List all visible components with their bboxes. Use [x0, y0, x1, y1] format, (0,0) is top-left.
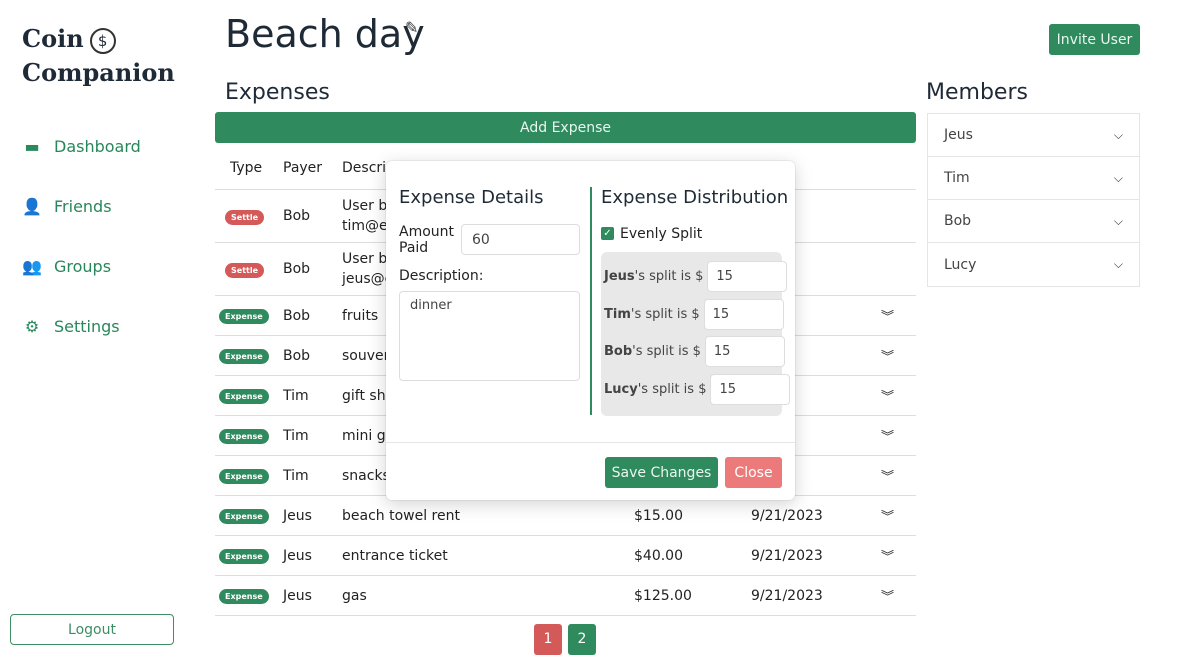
evenly-split-checkbox[interactable]: ✓ — [601, 227, 614, 240]
evenly-split-label: Evenly Split — [620, 226, 703, 242]
split-amount-input[interactable] — [704, 336, 785, 367]
split-row-bob: Bob's split is $ — [604, 336, 785, 367]
split-amount-input[interactable] — [707, 261, 788, 292]
expense-details-heading: Expense Details — [399, 187, 544, 208]
split-suffix: 's split is $ — [634, 269, 704, 284]
split-amount-input[interactable] — [703, 299, 784, 330]
edit-expense-modal: Expense Details Amount Paid Description:… — [386, 161, 795, 500]
save-changes-button[interactable]: Save Changes — [605, 457, 718, 488]
amount-label-line: Amount — [399, 224, 455, 240]
split-list: Jeus's split is $ Tim's split is $ Bob's… — [601, 252, 791, 416]
amount-label-line: Paid — [399, 240, 429, 256]
split-suffix: 's split is $ — [637, 382, 707, 397]
amount-input[interactable] — [461, 224, 580, 255]
split-member-name: Lucy — [604, 382, 638, 397]
split-member-name: Jeus — [604, 269, 635, 284]
split-row-tim: Tim's split is $ — [604, 299, 784, 330]
amount-paid-label: Amount Paid — [399, 224, 454, 256]
close-button[interactable]: Close — [725, 457, 782, 488]
split-member-name: Tim — [604, 307, 631, 322]
split-row-lucy: Lucy's split is $ — [604, 374, 791, 405]
modal-body: Expense Details Amount Paid Description:… — [386, 161, 795, 442]
split-member-name: Bob — [604, 344, 633, 359]
column-divider — [590, 187, 592, 415]
description-label: Description: — [399, 268, 484, 284]
split-amount-input[interactable] — [710, 374, 791, 405]
split-suffix: 's split is $ — [630, 307, 700, 322]
modal-footer: Save Changes Close — [386, 442, 795, 500]
split-suffix: 's split is $ — [632, 344, 701, 359]
split-row-jeus: Jeus's split is $ — [604, 261, 788, 292]
expense-distribution-heading: Expense Distribution — [601, 187, 789, 208]
description-textarea[interactable]: dinner — [399, 291, 580, 381]
